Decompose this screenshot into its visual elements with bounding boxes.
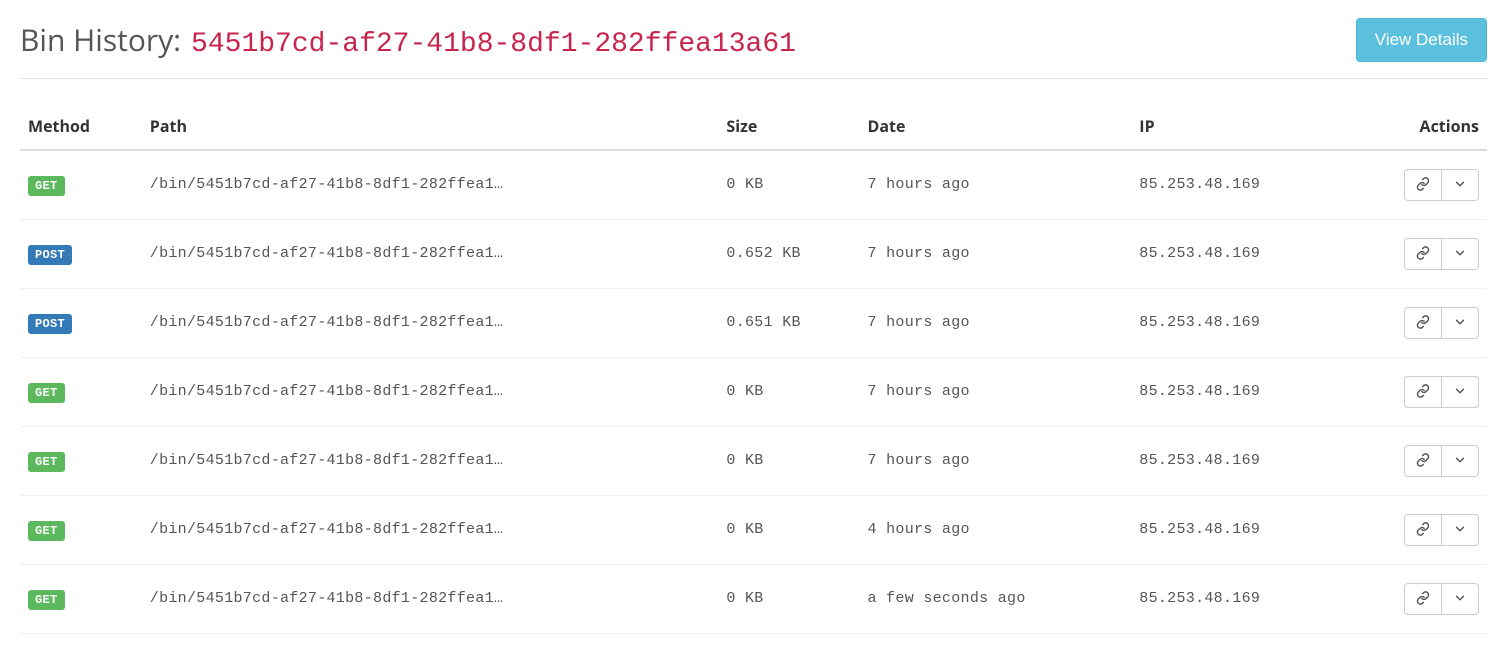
link-icon (1416, 177, 1430, 193)
chevron-down-icon (1453, 177, 1467, 193)
chevron-down-icon (1453, 315, 1467, 331)
method-badge: GET (28, 521, 65, 541)
path-cell: /bin/5451b7cd-af27-41b8-8df1-282ffea1… (142, 426, 719, 495)
action-button-group (1404, 376, 1479, 408)
size-cell: 0 KB (718, 357, 859, 426)
col-path: Path (142, 105, 719, 150)
method-badge: GET (28, 590, 65, 610)
permalink-button[interactable] (1404, 514, 1442, 546)
link-icon (1416, 315, 1430, 331)
date-cell: 7 hours ago (860, 288, 1132, 357)
path-cell: /bin/5451b7cd-af27-41b8-8df1-282ffea1… (142, 288, 719, 357)
chevron-down-icon (1453, 522, 1467, 538)
col-ip: IP (1131, 105, 1345, 150)
expand-button[interactable] (1441, 376, 1479, 408)
col-size: Size (718, 105, 859, 150)
link-icon (1416, 522, 1430, 538)
expand-button[interactable] (1441, 445, 1479, 477)
date-cell: 7 hours ago (860, 219, 1132, 288)
ip-cell: 85.253.48.169 (1131, 150, 1345, 220)
link-icon (1416, 591, 1430, 607)
action-button-group (1404, 514, 1479, 546)
expand-button[interactable] (1441, 169, 1479, 201)
ip-cell: 85.253.48.169 (1131, 219, 1345, 288)
expand-button[interactable] (1441, 307, 1479, 339)
expand-button[interactable] (1441, 238, 1479, 270)
path-cell: /bin/5451b7cd-af27-41b8-8df1-282ffea1… (142, 495, 719, 564)
size-cell: 0 KB (718, 495, 859, 564)
col-method: Method (20, 105, 142, 150)
expand-button[interactable] (1441, 514, 1479, 546)
path-cell: /bin/5451b7cd-af27-41b8-8df1-282ffea1… (142, 219, 719, 288)
chevron-down-icon (1453, 453, 1467, 469)
date-cell: 4 hours ago (860, 495, 1132, 564)
path-cell: /bin/5451b7cd-af27-41b8-8df1-282ffea1… (142, 150, 719, 220)
chevron-down-icon (1453, 384, 1467, 400)
table-row: GET/bin/5451b7cd-af27-41b8-8df1-282ffea1… (20, 426, 1487, 495)
action-button-group (1404, 445, 1479, 477)
date-cell: 7 hours ago (860, 357, 1132, 426)
table-row: GET/bin/5451b7cd-af27-41b8-8df1-282ffea1… (20, 495, 1487, 564)
page-header: Bin History: 5451b7cd-af27-41b8-8df1-282… (20, 18, 1487, 79)
table-row: POST/bin/5451b7cd-af27-41b8-8df1-282ffea… (20, 288, 1487, 357)
method-badge: GET (28, 452, 65, 472)
size-cell: 0.651 KB (718, 288, 859, 357)
permalink-button[interactable] (1404, 238, 1442, 270)
size-cell: 0.652 KB (718, 219, 859, 288)
action-button-group (1404, 169, 1479, 201)
size-cell: 0 KB (718, 564, 859, 633)
page-title-prefix: Bin History: (20, 19, 181, 60)
chevron-down-icon (1453, 591, 1467, 607)
table-row: GET/bin/5451b7cd-af27-41b8-8df1-282ffea1… (20, 357, 1487, 426)
action-button-group (1404, 238, 1479, 270)
permalink-button[interactable] (1404, 376, 1442, 408)
page-title: Bin History: 5451b7cd-af27-41b8-8df1-282… (20, 19, 796, 60)
ip-cell: 85.253.48.169 (1131, 357, 1345, 426)
permalink-button[interactable] (1404, 169, 1442, 201)
action-button-group (1404, 583, 1479, 615)
table-row: GET/bin/5451b7cd-af27-41b8-8df1-282ffea1… (20, 564, 1487, 633)
bin-id: 5451b7cd-af27-41b8-8df1-282ffea13a61 (191, 29, 796, 60)
link-icon (1416, 453, 1430, 469)
history-table: Method Path Size Date IP Actions GET/bin… (20, 105, 1487, 634)
date-cell: a few seconds ago (860, 564, 1132, 633)
ip-cell: 85.253.48.169 (1131, 426, 1345, 495)
col-actions: Actions (1345, 105, 1487, 150)
date-cell: 7 hours ago (860, 150, 1132, 220)
permalink-button[interactable] (1404, 583, 1442, 615)
method-badge: POST (28, 314, 72, 334)
date-cell: 7 hours ago (860, 426, 1132, 495)
col-date: Date (860, 105, 1132, 150)
size-cell: 0 KB (718, 426, 859, 495)
permalink-button[interactable] (1404, 445, 1442, 477)
link-icon (1416, 246, 1430, 262)
action-button-group (1404, 307, 1479, 339)
chevron-down-icon (1453, 246, 1467, 262)
method-badge: POST (28, 245, 72, 265)
ip-cell: 85.253.48.169 (1131, 288, 1345, 357)
ip-cell: 85.253.48.169 (1131, 495, 1345, 564)
method-badge: GET (28, 176, 65, 196)
table-row: POST/bin/5451b7cd-af27-41b8-8df1-282ffea… (20, 219, 1487, 288)
path-cell: /bin/5451b7cd-af27-41b8-8df1-282ffea1… (142, 564, 719, 633)
method-badge: GET (28, 383, 65, 403)
permalink-button[interactable] (1404, 307, 1442, 339)
path-cell: /bin/5451b7cd-af27-41b8-8df1-282ffea1… (142, 357, 719, 426)
ip-cell: 85.253.48.169 (1131, 564, 1345, 633)
expand-button[interactable] (1441, 583, 1479, 615)
view-details-button[interactable]: View Details (1356, 18, 1487, 62)
table-row: GET/bin/5451b7cd-af27-41b8-8df1-282ffea1… (20, 150, 1487, 220)
link-icon (1416, 384, 1430, 400)
size-cell: 0 KB (718, 150, 859, 220)
